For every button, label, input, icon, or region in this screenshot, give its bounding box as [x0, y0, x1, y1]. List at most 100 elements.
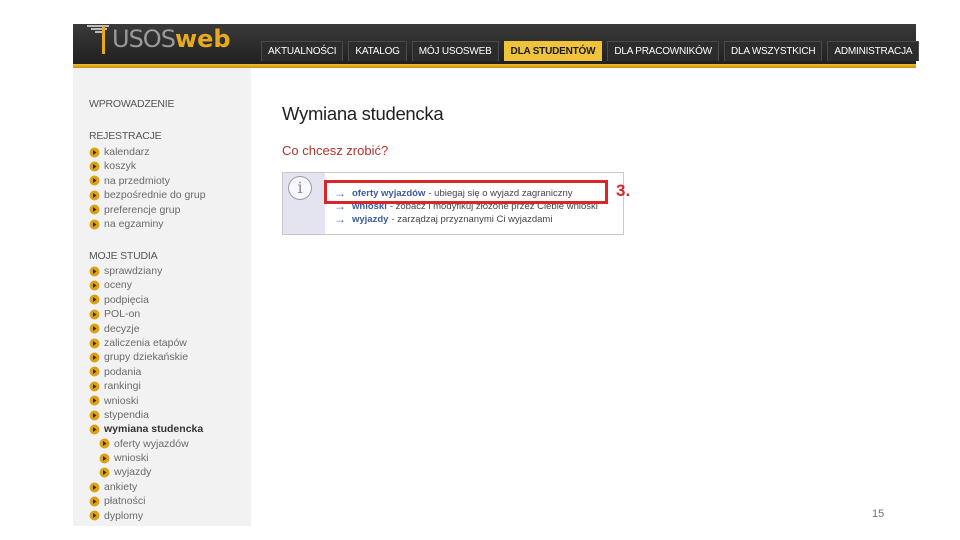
sidebar-item[interactable]: ankiety	[89, 480, 203, 494]
sidebar-item-label: zaliczenia etapów	[104, 336, 187, 349]
sidebar-item[interactable]: grupy dziekańskie	[89, 350, 203, 364]
nav-tab-6[interactable]: ADMINISTRACJA	[827, 41, 920, 61]
sidebar-item-label: na przedmioty	[104, 174, 170, 187]
bullet-arrow-icon	[89, 338, 100, 349]
sidebar-item[interactable]: na przedmioty	[89, 174, 206, 188]
sidebar-item[interactable]: koszyk	[89, 159, 206, 173]
nav-tab-5[interactable]: DLA WSZYSTKICH	[723, 41, 823, 61]
nav-tab-1[interactable]: KATALOG	[348, 41, 407, 61]
bullet-arrow-icon	[89, 395, 100, 406]
bullet-arrow-icon	[89, 294, 100, 305]
arrow-right-icon: →	[334, 212, 346, 226]
bullet-arrow-icon	[89, 204, 100, 215]
nav-tab-3[interactable]: DLA STUDENTÓW	[503, 41, 603, 61]
sidebar-item-label: płatności	[104, 495, 146, 508]
bullet-arrow-icon	[89, 424, 100, 435]
slide-page-number: 15	[872, 508, 885, 520]
sidebar-studies-header: MOJE STUDIA	[89, 250, 158, 262]
option-link[interactable]: wyjazdy	[352, 213, 388, 226]
bullet-arrow-icon	[89, 147, 100, 158]
bullet-arrow-icon	[89, 161, 100, 172]
sidebar-item-label: koszyk	[104, 160, 137, 173]
sidebar-item[interactable]: płatności	[89, 494, 203, 508]
sidebar-registration-header: REJESTRACJE	[89, 130, 162, 142]
sidebar-item[interactable]: stypendia	[89, 408, 203, 422]
sidebar-subitem[interactable]: wnioski	[89, 451, 203, 465]
bullet-arrow-icon	[99, 453, 110, 464]
sidebar-item[interactable]: na egzaminy	[89, 217, 206, 231]
sidebar-item-label: oceny	[104, 279, 133, 292]
logo-mark-icon	[85, 24, 111, 56]
sidebar-item[interactable]: kalendarz	[89, 145, 206, 159]
sidebar-item[interactable]: zaliczenia etapów	[89, 336, 203, 350]
sidebar-item-label: wnioski	[104, 394, 139, 407]
sidebar: WPROWADZENIE REJESTRACJE kalendarz koszyk…	[73, 68, 251, 526]
sidebar-item[interactable]: POL-on	[89, 307, 203, 321]
sidebar-item-label: na egzaminy	[104, 217, 164, 230]
bullet-arrow-icon	[89, 190, 100, 201]
sidebar-item-label: rankingi	[104, 380, 141, 393]
bullet-arrow-icon	[89, 266, 100, 277]
logo-usos-text: USOS	[112, 25, 176, 53]
nav-tab-2[interactable]: MÓJ USOSWEB	[411, 41, 499, 61]
sidebar-item-label: stypendia	[104, 408, 149, 421]
main-nav: AKTUALNOŚCI KATALOG MÓJ USOSWEB DLA STUDENT…	[261, 41, 920, 61]
bullet-arrow-icon	[89, 219, 100, 230]
bullet-arrow-icon	[89, 381, 100, 392]
sidebar-subitem[interactable]: wyjazdy	[89, 465, 203, 479]
sidebar-intro-link[interactable]: WPROWADZENIE	[89, 98, 174, 110]
info-icon: i	[288, 176, 312, 200]
sidebar-item[interactable]: wymiana studencka	[89, 422, 203, 436]
logo-web-text: web	[174, 25, 231, 53]
bullet-arrow-icon	[89, 175, 100, 186]
sidebar-subitem[interactable]: oferty wyjazdów	[89, 437, 203, 451]
sidebar-item[interactable]: podania	[89, 365, 203, 379]
sidebar-item[interactable]: preferencje grup	[89, 203, 206, 217]
sidebar-item[interactable]: bezpośrednie do grup	[89, 188, 206, 202]
sidebar-item-label: wyjazdy	[114, 466, 152, 479]
option-description: - zarządzaj przyznanymi Ci wyjazdami	[391, 214, 553, 225]
sidebar-item[interactable]: decyzje	[89, 322, 203, 336]
sidebar-item-label: kalendarz	[104, 146, 150, 158]
page-title: Wymiana studencka	[282, 103, 444, 124]
sidebar-item-label: ankiety	[104, 480, 138, 493]
nav-tab-4[interactable]: DLA PRACOWNIKÓW	[607, 41, 719, 61]
sidebar-item[interactable]: dyplomy	[89, 509, 203, 523]
sidebar-item-label: oferty wyjazdów	[114, 437, 189, 450]
bullet-arrow-icon	[89, 410, 100, 421]
step-label: 3.	[616, 181, 631, 200]
sidebar-item[interactable]: podpięcia	[89, 293, 203, 307]
nav-tab-0[interactable]: AKTUALNOŚCI	[261, 41, 344, 61]
sidebar-item-label: podpięcia	[104, 293, 149, 306]
sidebar-item[interactable]: rankingi	[89, 379, 203, 393]
sidebar-item-label: wnioski	[114, 452, 149, 465]
bullet-arrow-icon	[89, 309, 100, 320]
bullet-arrow-icon	[89, 496, 100, 507]
sidebar-item-label: dyplomy	[104, 509, 144, 522]
option-row: → wyjazdy - zarządzaj przyznanymi Ci wyjaz…	[334, 213, 598, 226]
sidebar-item-label: decyzje	[104, 322, 140, 335]
studies-list: sprawdziany oceny podpięcia POL-on decyzje za…	[89, 264, 203, 523]
sidebar-item-label: grupy dziekańskie	[104, 351, 189, 364]
info-sidebar: i	[283, 173, 325, 234]
sidebar-item[interactable]: oceny	[89, 278, 203, 292]
sidebar-item-label: podania	[104, 365, 142, 378]
top-header: USOS web AKTUALNOŚCI KATALOG MÓJ USOSWEB DL…	[73, 24, 920, 64]
bullet-arrow-icon	[89, 510, 100, 521]
sidebar-item[interactable]: wnioski	[89, 394, 203, 408]
bullet-arrow-icon	[89, 323, 100, 334]
registration-list: kalendarz koszyk na przedmioty bezpośrednie…	[89, 145, 206, 231]
sidebar-item-label: wymiana studencka	[104, 423, 204, 436]
question-heading: Co chcesz zrobić?	[282, 143, 389, 158]
bullet-arrow-icon	[89, 366, 100, 377]
highlight-box	[324, 180, 608, 204]
bullet-arrow-icon	[99, 467, 110, 478]
sidebar-item-label: preferencje grup	[104, 203, 181, 216]
sidebar-item[interactable]: sprawdziany	[89, 264, 203, 278]
bullet-arrow-icon	[89, 482, 100, 493]
sidebar-item-label: bezpośrednie do grup	[104, 189, 206, 202]
usosweb-logo[interactable]: USOS web	[85, 24, 231, 64]
sidebar-item-label: sprawdziany	[104, 265, 163, 277]
sidebar-item-label: POL-on	[104, 308, 141, 321]
bullet-arrow-icon	[99, 438, 110, 449]
